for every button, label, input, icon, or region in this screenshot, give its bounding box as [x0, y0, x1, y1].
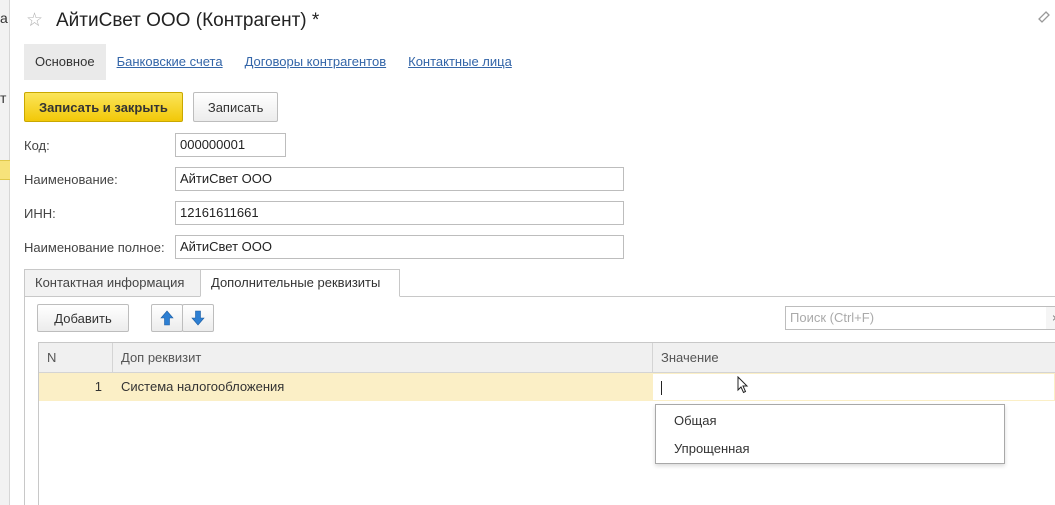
- column-header-n[interactable]: N: [39, 343, 112, 373]
- table-header: N Доп реквизит Значение: [39, 343, 1055, 373]
- add-button[interactable]: Добавить: [37, 304, 129, 332]
- arrow-down-icon: [191, 310, 205, 326]
- counterparty-form: ☆ АйтиСвет ООО (Контрагент) * Основное Б…: [10, 0, 1055, 505]
- form-toolbar: Записать и закрыть Записать: [24, 92, 279, 122]
- background-window-text: т: [0, 90, 7, 106]
- code-label: Код:: [24, 138, 50, 153]
- background-selected-row: [0, 160, 10, 180]
- value-dropdown: Общая Упрощенная: [655, 404, 1005, 464]
- tab-main[interactable]: Основное: [24, 44, 106, 80]
- name-label: Наименование:: [24, 172, 118, 187]
- additional-attributes-panel: Добавить Поиск (Ctrl+F) × N Доп реквизит…: [24, 296, 1055, 505]
- tab-contact-persons[interactable]: Контактные лица: [397, 44, 523, 80]
- save-button[interactable]: Записать: [192, 92, 279, 122]
- value-input[interactable]: [652, 373, 1055, 401]
- text-caret: [661, 381, 662, 395]
- tab-additional-attributes[interactable]: Дополнительные реквизиты: [200, 269, 400, 297]
- tab-contracts[interactable]: Договоры контрагентов: [234, 44, 398, 80]
- move-down-button[interactable]: [182, 304, 214, 332]
- title-bar: ☆ АйтиСвет ООО (Контрагент) *: [26, 8, 319, 34]
- inn-field[interactable]: 12161611661: [175, 201, 624, 225]
- sub-tabs: Контактная информация Дополнительные рек…: [24, 269, 1055, 297]
- dropdown-option-simplified[interactable]: Упрощенная: [656, 435, 1004, 463]
- dropdown-option-general[interactable]: Общая: [656, 407, 1004, 435]
- link-icon[interactable]: [1037, 10, 1051, 31]
- name-field[interactable]: АйтиСвет ООО: [175, 167, 624, 191]
- full-name-label: Наименование полное:: [24, 240, 165, 255]
- table-row[interactable]: 1 Система налогообложения: [39, 373, 1055, 401]
- search-clear-icon[interactable]: ×: [1046, 306, 1055, 330]
- row-attribute-name: Система налогообложения: [112, 373, 652, 401]
- code-field[interactable]: 000000001: [175, 133, 286, 157]
- inn-label: ИНН:: [24, 206, 56, 221]
- save-and-close-button[interactable]: Записать и закрыть: [24, 92, 183, 122]
- arrow-up-icon: [160, 310, 174, 326]
- tab-bank-accounts[interactable]: Банковские счета: [106, 44, 234, 80]
- full-name-field[interactable]: АйтиСвет ООО: [175, 235, 624, 259]
- background-window-text: а: [0, 10, 8, 26]
- move-up-button[interactable]: [151, 304, 183, 332]
- column-header-value[interactable]: Значение: [652, 343, 1055, 373]
- search-input[interactable]: Поиск (Ctrl+F): [785, 306, 1047, 330]
- background-window-strip: а т: [0, 0, 10, 505]
- tab-contact-info[interactable]: Контактная информация: [24, 269, 201, 297]
- form-navigation: Основное Банковские счета Договоры контр…: [24, 44, 523, 80]
- page-title: АйтиСвет ООО (Контрагент) *: [56, 10, 320, 31]
- row-number: 1: [39, 373, 112, 401]
- column-header-attribute[interactable]: Доп реквизит: [112, 343, 652, 373]
- mouse-cursor-icon: [737, 375, 749, 394]
- star-icon[interactable]: ☆: [26, 11, 46, 31]
